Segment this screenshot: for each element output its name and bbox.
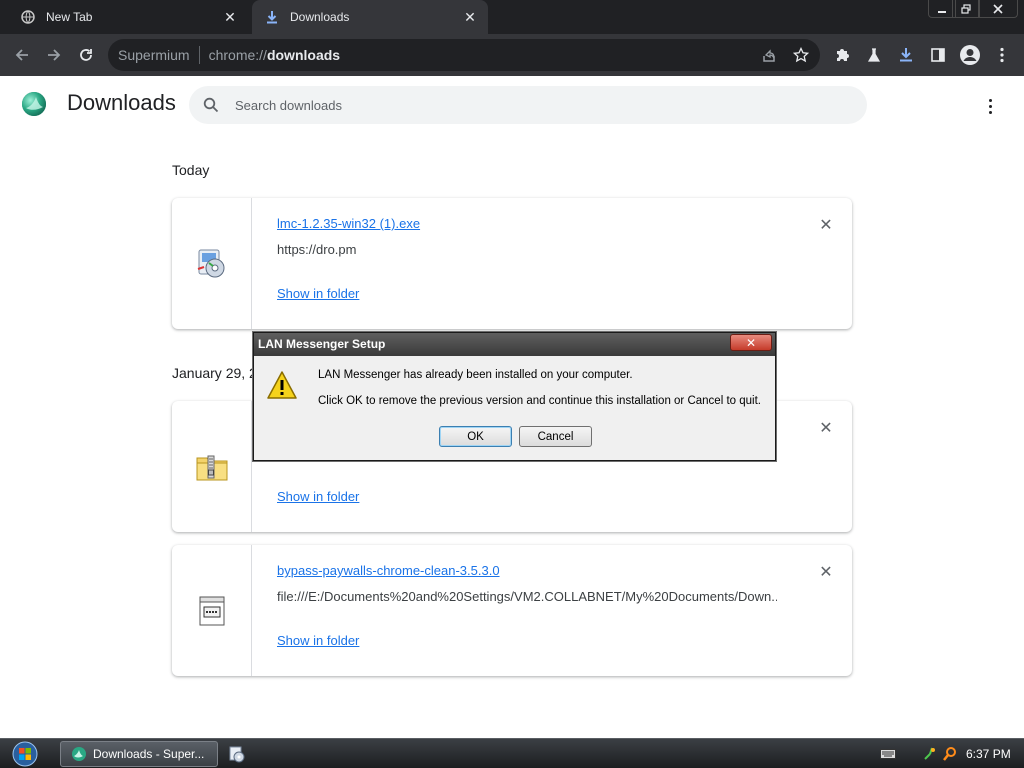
tab-new-tab[interactable]: New Tab ✕ [8, 0, 248, 34]
extensions-puzzle-icon[interactable] [831, 44, 853, 66]
network-tray-icon[interactable] [922, 746, 938, 762]
download-item: lmc-1.2.35-win32 (1).exe https://dro.pm … [172, 198, 852, 329]
installer-taskbar-icon [229, 746, 245, 763]
dialog-title: LAN Messenger Setup [254, 333, 775, 356]
restore-button[interactable] [952, 0, 980, 18]
taskbar: Downloads - Super... 6:37 PM [0, 738, 1024, 768]
close-tab-icon[interactable]: ✕ [220, 7, 240, 27]
url-text: chrome://downloads [209, 47, 340, 63]
show-in-folder-link[interactable]: Show in folder [277, 633, 359, 648]
dialog-message-line2: Click OK to remove the previous version … [318, 395, 761, 407]
show-in-folder-link[interactable]: Show in folder [277, 489, 359, 504]
back-arrow-icon [15, 49, 28, 61]
close-tab-icon[interactable]: ✕ [460, 7, 480, 27]
file-icon-column [172, 401, 252, 532]
setup-dialog: LAN Messenger Setup ✕ LAN Messenger has … [253, 332, 776, 461]
downloads-more-actions-icon[interactable] [978, 94, 1002, 118]
remove-download-icon[interactable]: ✕ [817, 563, 835, 581]
browser-menu-icon[interactable] [991, 44, 1013, 66]
cancel-button[interactable]: Cancel [519, 426, 592, 447]
taskbar-item-downloads[interactable]: Downloads - Super... [60, 741, 218, 767]
bookmark-star-icon[interactable] [790, 44, 812, 66]
remove-download-icon[interactable]: ✕ [817, 419, 835, 437]
script-file-icon [199, 596, 224, 625]
download-item: bypass-paywalls-chrome-clean-3.5.3.0 fil… [172, 545, 852, 676]
page-title: Downloads [67, 90, 176, 115]
url-scheme: chrome:// [208, 47, 267, 63]
address-bar[interactable]: Supermium chrome://downloads [108, 39, 820, 71]
browser-toolbar: Supermium chrome://downloads [0, 34, 1024, 76]
tab-downloads[interactable]: Downloads ✕ [252, 0, 488, 34]
supermium-logo-icon [20, 90, 48, 118]
search-placeholder: Search downloads [235, 97, 342, 113]
forward-arrow-icon [48, 49, 61, 61]
window-close-button[interactable] [978, 0, 1018, 18]
download-icon [264, 9, 280, 25]
globe-icon [20, 9, 36, 25]
downloads-toolbar-icon[interactable] [895, 44, 917, 66]
zip-folder-icon [196, 455, 227, 480]
taskbar-item-label: Downloads - Super... [93, 747, 205, 761]
site-origin-label: Supermium [118, 47, 190, 63]
supermium-taskbar-icon [72, 747, 86, 761]
download-source-url: https://dro.pm [277, 242, 357, 257]
keyboard-tray-icon[interactable] [880, 746, 896, 762]
tab-strip: New Tab ✕ Downloads ✕ [0, 0, 1024, 34]
windows-logo-icon [12, 741, 38, 767]
reload-icon [80, 49, 92, 61]
search-tray-icon[interactable] [942, 746, 958, 762]
taskbar-item-setup[interactable] [222, 741, 252, 767]
file-icon-column [172, 198, 252, 329]
file-icon-column [172, 545, 252, 676]
search-icon [203, 97, 219, 113]
omnibox-divider [198, 46, 200, 64]
download-file-link[interactable]: lmc-1.2.35-win32 (1).exe [277, 216, 420, 231]
warning-icon [266, 370, 298, 400]
tab-label: Downloads [290, 10, 350, 24]
dialog-body: LAN Messenger has already been installed… [256, 357, 773, 458]
profile-avatar-icon[interactable] [959, 44, 981, 66]
share-icon[interactable] [758, 44, 780, 66]
section-date-today: Today [172, 162, 210, 178]
ok-button[interactable]: OK [439, 426, 512, 447]
download-file-link[interactable]: bypass-paywalls-chrome-clean-3.5.3.0 [277, 563, 500, 578]
search-downloads-input[interactable]: Search downloads [189, 86, 867, 124]
side-panel-icon[interactable] [927, 44, 949, 66]
forward-button[interactable] [40, 41, 68, 69]
dialog-close-button[interactable]: ✕ [730, 334, 772, 351]
show-in-folder-link[interactable]: Show in folder [277, 286, 359, 301]
dialog-message-line1: LAN Messenger has already been installed… [318, 369, 633, 381]
remove-download-icon[interactable]: ✕ [817, 216, 835, 234]
reload-button[interactable] [72, 41, 100, 69]
back-button[interactable] [8, 41, 36, 69]
download-source-url: file:///E:/Documents%20and%20Settings/VM… [277, 589, 777, 604]
taskbar-clock: 6:37 PM [966, 747, 1011, 761]
labs-flask-icon[interactable] [863, 44, 885, 66]
installer-icon [197, 249, 224, 277]
tab-label: New Tab [46, 10, 93, 24]
url-host: downloads [266, 47, 341, 63]
start-button[interactable] [10, 740, 40, 768]
